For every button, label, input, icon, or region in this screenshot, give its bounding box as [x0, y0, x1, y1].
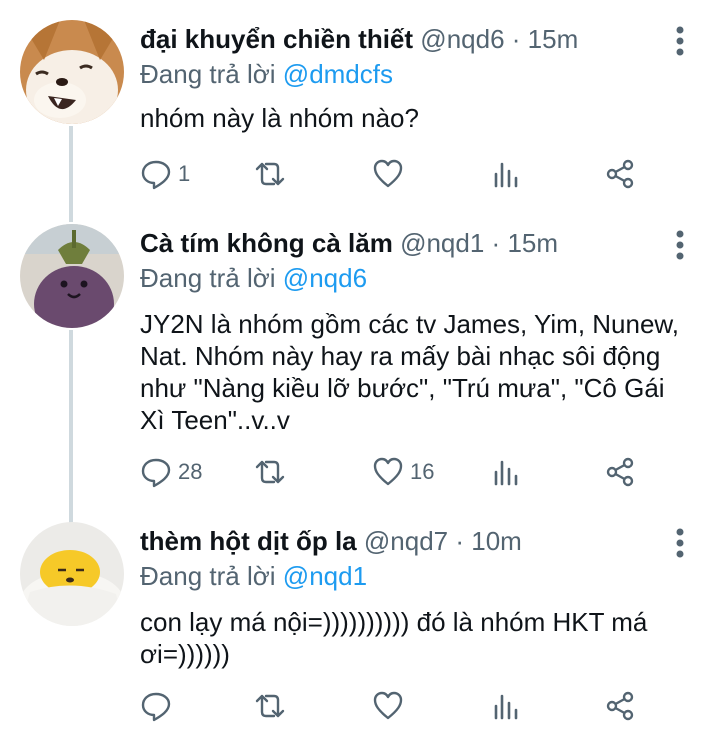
- tweet-header: đại khuyển chiền thiết @nqd6 · 15m: [140, 22, 680, 56]
- tweet-header: thèm hột dịt ốp la @nqd7 · 10m: [140, 524, 680, 558]
- analytics-icon: [494, 162, 518, 188]
- analytics-icon: [494, 460, 518, 486]
- retweet-button[interactable]: [254, 689, 292, 723]
- retweet-icon: [255, 460, 285, 484]
- share-button[interactable]: [604, 689, 636, 723]
- thread-line: [69, 330, 73, 526]
- more-options-icon[interactable]: [676, 528, 684, 558]
- replying-to-handle[interactable]: @nqd6: [283, 263, 367, 293]
- reply-button[interactable]: 1: [140, 157, 190, 191]
- reply-count: 1: [178, 161, 191, 186]
- tweet-3[interactable]: thèm hột dịt ốp la @nqd7 · 10m Đang trả …: [0, 506, 720, 740]
- analytics-icon: [494, 694, 518, 720]
- timestamp[interactable]: 15m: [528, 24, 579, 54]
- more-options-icon[interactable]: [676, 26, 684, 56]
- tweet-header: Cà tím không cà lăm @nqd1 · 15m: [140, 226, 680, 260]
- heart-icon: [373, 691, 403, 720]
- reply-icon: [141, 692, 171, 722]
- action-bar: 28 16: [140, 455, 660, 489]
- timestamp[interactable]: 15m: [507, 228, 558, 258]
- username[interactable]: @nqd1: [400, 228, 484, 258]
- more-options-icon[interactable]: [676, 230, 684, 260]
- retweet-icon: [255, 694, 285, 718]
- username[interactable]: @nqd6: [420, 24, 504, 54]
- thread-line: [69, 126, 73, 222]
- heart-icon: [373, 159, 403, 188]
- action-bar: 1: [140, 157, 660, 191]
- replying-to-label: Đang trả lời: [140, 263, 276, 293]
- reply-icon: [141, 458, 171, 488]
- heart-icon: [373, 457, 403, 486]
- tweet-text: JY2N là nhóm gồm các tv James, Yim, Nune…: [140, 309, 679, 435]
- tweet-text: con lạy má nội=)))))))))) đó là nhóm HKT…: [140, 607, 648, 669]
- eggplant-plush-avatar-icon: [20, 224, 124, 328]
- retweet-icon: [255, 162, 285, 186]
- reply-icon: [141, 160, 171, 190]
- like-count: 16: [410, 459, 435, 484]
- replying-to-handle[interactable]: @nqd1: [283, 561, 367, 591]
- retweet-button[interactable]: [254, 157, 292, 191]
- analytics-button[interactable]: [490, 157, 522, 191]
- retweet-button[interactable]: [254, 455, 292, 489]
- share-button[interactable]: [604, 455, 636, 489]
- separator: ·: [511, 24, 521, 54]
- analytics-button[interactable]: [490, 455, 522, 489]
- display-name[interactable]: thèm hột dịt ốp la: [140, 526, 357, 556]
- like-button[interactable]: [372, 157, 410, 191]
- share-button[interactable]: [604, 157, 636, 191]
- timestamp[interactable]: 10m: [471, 526, 522, 556]
- replying-to-label: Đang trả lời: [140, 59, 276, 89]
- display-name[interactable]: đại khuyển chiền thiết: [140, 24, 413, 54]
- replying-to-label: Đang trả lời: [140, 561, 276, 591]
- replying-to: Đang trả lời @nqd6: [140, 260, 680, 296]
- display-name[interactable]: Cà tím không cà lăm: [140, 228, 393, 258]
- avatar[interactable]: [20, 224, 124, 328]
- shiba-dog-avatar-icon: [20, 20, 124, 124]
- reply-button[interactable]: 28: [140, 455, 202, 489]
- action-bar: [140, 689, 660, 723]
- replying-to-handle[interactable]: @dmdcfs: [283, 59, 393, 89]
- tweet-text: nhóm này là nhóm nào?: [140, 103, 419, 133]
- share-icon: [606, 457, 634, 487]
- analytics-button[interactable]: [490, 689, 522, 723]
- avatar[interactable]: [20, 522, 124, 626]
- replying-to: Đang trả lời @dmdcfs: [140, 56, 680, 92]
- gudetama-egg-avatar-icon: [20, 522, 124, 626]
- separator: ·: [455, 526, 465, 556]
- like-button[interactable]: [372, 689, 410, 723]
- tweet-1[interactable]: đại khuyển chiền thiết @nqd6 · 15m Đang …: [0, 0, 720, 222]
- replying-to: Đang trả lời @nqd1: [140, 558, 680, 594]
- tweet-2[interactable]: Cà tím không cà lăm @nqd1 · 15m Đang trả…: [0, 210, 720, 526]
- separator: ·: [491, 228, 501, 258]
- reply-count: 28: [178, 459, 203, 484]
- avatar[interactable]: [20, 20, 124, 124]
- share-icon: [606, 691, 634, 721]
- like-button[interactable]: 16: [372, 455, 434, 489]
- username[interactable]: @nqd7: [364, 526, 448, 556]
- reply-button[interactable]: [140, 689, 178, 723]
- share-icon: [606, 159, 634, 189]
